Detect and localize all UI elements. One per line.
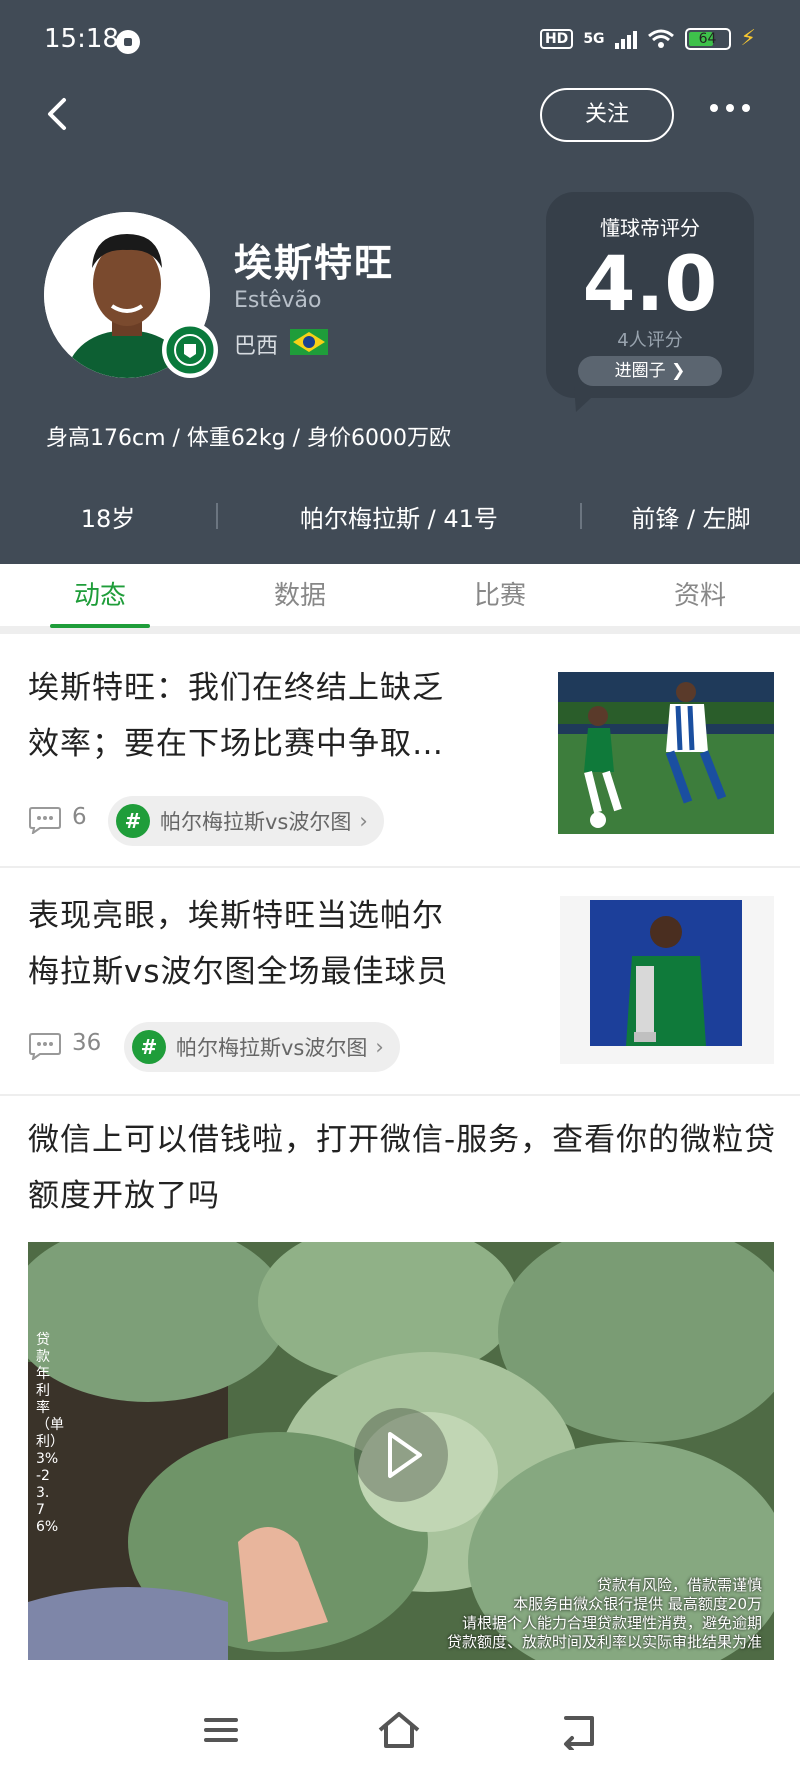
player-info-row: 18岁 帕尔梅拉斯 / 41号 前锋 / 左脚	[0, 490, 800, 542]
brazil-flag-icon	[290, 329, 328, 355]
battery-icon: 64	[684, 27, 731, 50]
follow-button[interactable]: 关注	[540, 88, 674, 142]
ad-disclaimer: 贷款有风险，借款需谨慎 本服务由微众银行提供 最高额度20万 请根据个人能力合理…	[447, 1576, 762, 1652]
player-latin-name: Estêvão	[234, 288, 322, 313]
hash-icon: #	[132, 1030, 166, 1064]
topic-label: 帕尔梅拉斯vs波尔图	[160, 810, 352, 834]
comment-count: 36	[72, 1030, 102, 1056]
player-name: 埃斯特旺	[234, 241, 395, 285]
player-position: 前锋 / 左脚	[631, 504, 751, 533]
play-icon[interactable]	[354, 1408, 448, 1502]
chevron-right-icon: ›	[375, 1035, 384, 1059]
signal-icon	[614, 29, 637, 49]
comment-bubble-icon	[28, 806, 62, 836]
join-circle-label: 进圈子	[614, 361, 666, 381]
disclaimer-line: 本服务由微众银行提供 最高额度20万	[513, 1595, 762, 1613]
ad-video[interactable]: 贷款年利率（单利）3%-23.76% 贷款有风险，借款需谨慎 本服务由微众银行提…	[28, 1242, 774, 1660]
ad-rate-text: 贷款年利率（单利）3%-23.76%	[36, 1332, 64, 1535]
player-club-number: 帕尔梅拉斯 / 41号	[300, 504, 498, 533]
join-circle-button[interactable]: 进圈子 ❯	[578, 356, 722, 386]
rating-card: 懂球帝评分 4.0 4人评分 进圈子 ❯	[546, 192, 754, 398]
article-title: 表现亮眼，埃斯特旺当选帕尔 梅拉斯vs波尔图全场最佳球员	[28, 888, 449, 1000]
chevron-right-icon: ›	[359, 809, 368, 833]
wifi-icon	[647, 28, 675, 50]
article-title-line: 表现亮眼，埃斯特旺当选帕尔	[28, 898, 444, 934]
disclaimer-line: 贷款有风险，借款需谨慎	[596, 1576, 762, 1594]
hd-icon: HD	[539, 28, 574, 49]
comment-bubble-icon	[28, 1032, 62, 1062]
article-title: 埃斯特旺：我们在终结上缺乏 效率；要在下场比赛中争取…	[28, 660, 444, 772]
article-thumbnail	[558, 672, 774, 834]
comment-count: 6	[72, 804, 87, 830]
topic-chip[interactable]: # 帕尔梅拉斯vs波尔图 ›	[108, 796, 384, 846]
tab-feed[interactable]: 动态	[0, 564, 200, 628]
tab-matches[interactable]: 比赛	[400, 564, 600, 626]
disclaimer-line: 请根据个人能力合理贷款理性消费，避免逾期	[461, 1614, 762, 1632]
club-badge-icon	[162, 322, 218, 378]
player-age: 18岁	[80, 504, 136, 533]
rating-count: 4人评分	[617, 330, 683, 351]
article-title-line: 埃斯特旺：我们在终结上缺乏	[28, 670, 444, 706]
menu-icon[interactable]	[198, 1710, 244, 1750]
home-icon[interactable]	[376, 1710, 422, 1750]
clock: 15:18	[44, 24, 119, 54]
network-label: 5G	[583, 30, 605, 47]
topic-label: 帕尔梅拉斯vs波尔图	[176, 1036, 368, 1060]
hash-icon: #	[116, 804, 150, 838]
topic-chip[interactable]: # 帕尔梅拉斯vs波尔图 ›	[124, 1022, 400, 1072]
system-nav-bar	[0, 1684, 800, 1778]
battery-level: 64	[698, 30, 717, 47]
rating-title: 懂球帝评分	[600, 216, 700, 240]
player-country: 巴西	[234, 334, 279, 359]
more-dots-icon[interactable]	[710, 104, 750, 112]
back-arrow-icon[interactable]	[40, 96, 76, 132]
status-bar: 15:18 HD 5G 64 ⚡	[0, 0, 800, 84]
rating-tail	[574, 386, 604, 412]
rating-score: 4.0	[582, 239, 718, 328]
article-title-line: 梅拉斯vs波尔图全场最佳球员	[28, 954, 449, 990]
tab-stats[interactable]: 数据	[200, 564, 400, 626]
list-item[interactable]: 埃斯特旺：我们在终结上缺乏 效率；要在下场比赛中争取… 6 # 帕尔梅拉斯vs波…	[0, 642, 800, 868]
disclaimer-line: 贷款额度、放款时间及利率以实际审批结果为准	[446, 1633, 762, 1651]
article-thumbnail	[560, 896, 774, 1064]
tab-bar: 动态 数据 比赛 资料	[0, 564, 800, 634]
ad-title[interactable]: 微信上可以借钱啦，打开微信-服务，查看你的微粒贷额度开放了吗	[28, 1112, 778, 1224]
charging-icon: ⚡	[740, 26, 756, 51]
article-title-line: 效率；要在下场比赛中争取…	[28, 726, 444, 762]
football-icon	[116, 30, 140, 54]
player-physical: 身高176cm / 体重62kg / 身价6000万欧	[46, 426, 452, 451]
tab-profile[interactable]: 资料	[600, 564, 800, 626]
chevron-right-icon: ❯	[671, 361, 686, 381]
player-header: 15:18 HD 5G 64 ⚡ 关注 埃斯特旺 Estêvão 巴西 懂球帝评…	[0, 0, 800, 564]
return-icon[interactable]	[556, 1710, 602, 1752]
list-item[interactable]: 表现亮眼，埃斯特旺当选帕尔 梅拉斯vs波尔图全场最佳球员 36 # 帕尔梅拉斯v…	[0, 868, 800, 1096]
